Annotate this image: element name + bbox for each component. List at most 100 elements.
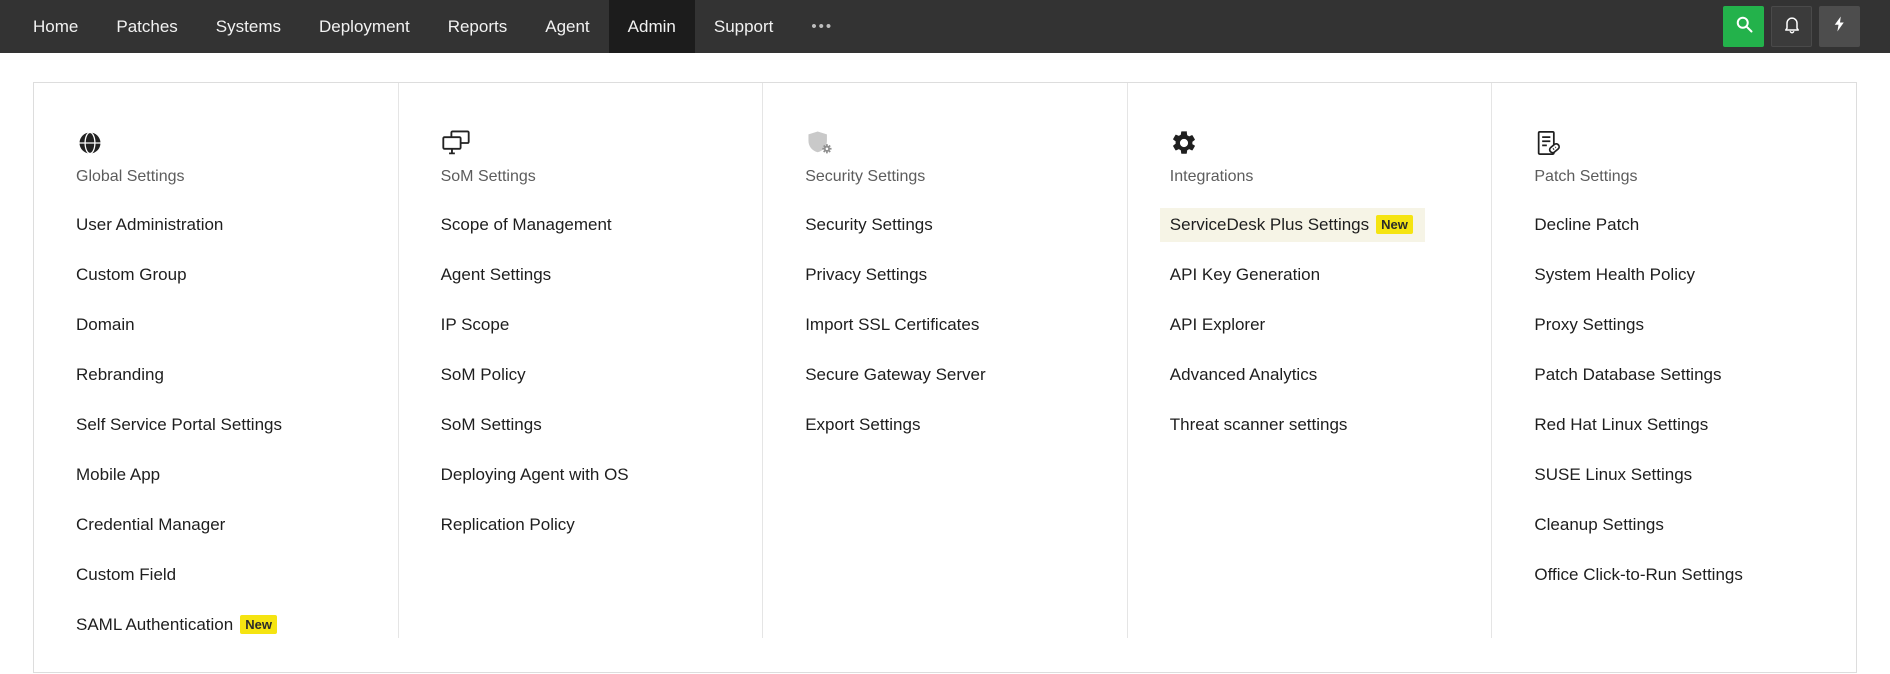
patch-icon (1534, 129, 1838, 159)
menu-item-custom-group[interactable]: Custom Group (76, 265, 380, 285)
section-patch-settings: Patch Settings Decline Patch System Heal… (1492, 83, 1856, 638)
nav-item-more[interactable]: ••• (792, 0, 852, 53)
nav-item-reports[interactable]: Reports (429, 0, 527, 53)
bell-icon (1782, 14, 1802, 39)
menu-item-deploying-agent-with-os[interactable]: Deploying Agent with OS (441, 465, 745, 485)
menu-item-label: SoM Policy (441, 365, 526, 384)
nav-item-admin[interactable]: Admin (609, 0, 695, 53)
admin-settings-panel: Global Settings User Administration Cust… (33, 82, 1857, 673)
menu-item-label: Threat scanner settings (1170, 415, 1348, 434)
menu-item-som-policy[interactable]: SoM Policy (441, 365, 745, 385)
nav-right-buttons (1723, 0, 1890, 53)
gear-icon (1170, 129, 1474, 159)
menu-item-proxy-settings[interactable]: Proxy Settings (1534, 315, 1838, 335)
menu-item-suse-linux-settings[interactable]: SUSE Linux Settings (1534, 465, 1838, 485)
menu-item-replication-policy[interactable]: Replication Policy (441, 515, 745, 535)
menu-item-api-key-generation[interactable]: API Key Generation (1170, 265, 1474, 285)
section-integrations: Integrations ServiceDesk Plus SettingsNe… (1128, 83, 1493, 638)
menu-item-label: ServiceDesk Plus Settings (1170, 215, 1369, 234)
menu-item-label: Decline Patch (1534, 215, 1639, 234)
menu-item-self-service-portal-settings[interactable]: Self Service Portal Settings (76, 415, 380, 435)
menu-item-agent-settings[interactable]: Agent Settings (441, 265, 745, 285)
menu-item-label: Credential Manager (76, 515, 225, 534)
section-title: Global Settings (76, 167, 380, 187)
section-global-settings: Global Settings User Administration Cust… (34, 83, 399, 638)
menu-item-label: Export Settings (805, 415, 920, 434)
menu-item-import-ssl-certificates[interactable]: Import SSL Certificates (805, 315, 1109, 335)
menu-item-cleanup-settings[interactable]: Cleanup Settings (1534, 515, 1838, 535)
top-navigation: Home Patches Systems Deployment Reports … (0, 0, 1890, 53)
menu-item-system-health-policy[interactable]: System Health Policy (1534, 265, 1838, 285)
menu-item-label: Secure Gateway Server (805, 365, 985, 384)
menu-item-label: Security Settings (805, 215, 933, 234)
menu-item-label: Privacy Settings (805, 265, 927, 284)
menu-item-label: Scope of Management (441, 215, 612, 234)
quick-actions-button[interactable] (1819, 6, 1860, 47)
section-title: Security Settings (805, 167, 1109, 187)
menu-item-label: Advanced Analytics (1170, 365, 1317, 384)
nav-item-deployment[interactable]: Deployment (300, 0, 429, 53)
menu-item-office-click-to-run-settings[interactable]: Office Click-to-Run Settings (1534, 565, 1838, 585)
section-som-settings: SoM Settings Scope of Management Agent S… (399, 83, 764, 638)
menu-item-mobile-app[interactable]: Mobile App (76, 465, 380, 485)
menu-item-label: Cleanup Settings (1534, 515, 1663, 534)
menu-item-export-settings[interactable]: Export Settings (805, 415, 1109, 435)
globe-icon (76, 129, 380, 159)
nav-item-agent[interactable]: Agent (526, 0, 608, 53)
menu-item-label: System Health Policy (1534, 265, 1695, 284)
computers-icon (441, 129, 745, 159)
menu-item-patch-database-settings[interactable]: Patch Database Settings (1534, 365, 1838, 385)
menu-item-scope-of-management[interactable]: Scope of Management (441, 215, 745, 235)
highlighted-item-background: ServiceDesk Plus SettingsNew (1160, 208, 1425, 242)
menu-item-ip-scope[interactable]: IP Scope (441, 315, 745, 335)
menu-item-label: Agent Settings (441, 265, 552, 284)
section-title: Patch Settings (1534, 167, 1838, 187)
section-items: Decline Patch System Health Policy Proxy… (1534, 215, 1838, 585)
menu-item-api-explorer[interactable]: API Explorer (1170, 315, 1474, 335)
menu-item-label: Domain (76, 315, 135, 334)
menu-item-label: API Explorer (1170, 315, 1265, 334)
menu-item-som-settings[interactable]: SoM Settings (441, 415, 745, 435)
menu-item-label: Red Hat Linux Settings (1534, 415, 1708, 434)
menu-item-rebranding[interactable]: Rebranding (76, 365, 380, 385)
menu-item-servicedesk-plus-settings[interactable]: ServiceDesk Plus SettingsNew (1170, 215, 1474, 235)
menu-item-label: Patch Database Settings (1534, 365, 1721, 384)
menu-item-domain[interactable]: Domain (76, 315, 380, 335)
menu-item-label: Deploying Agent with OS (441, 465, 629, 484)
menu-item-custom-field[interactable]: Custom Field (76, 565, 380, 585)
menu-item-secure-gateway-server[interactable]: Secure Gateway Server (805, 365, 1109, 385)
nav-item-support[interactable]: Support (695, 0, 793, 53)
section-items: Scope of Management Agent Settings IP Sc… (441, 215, 745, 535)
menu-item-label: IP Scope (441, 315, 510, 334)
nav-item-systems[interactable]: Systems (197, 0, 300, 53)
search-icon (1734, 14, 1754, 39)
menu-item-label: Replication Policy (441, 515, 575, 534)
new-badge: New (240, 615, 277, 634)
menu-item-user-administration[interactable]: User Administration (76, 215, 380, 235)
menu-item-threat-scanner-settings[interactable]: Threat scanner settings (1170, 415, 1474, 435)
section-items: Security Settings Privacy Settings Impor… (805, 215, 1109, 435)
menu-item-label: Self Service Portal Settings (76, 415, 282, 434)
menu-item-label: Custom Field (76, 565, 176, 584)
section-title: Integrations (1170, 167, 1474, 187)
menu-item-red-hat-linux-settings[interactable]: Red Hat Linux Settings (1534, 415, 1838, 435)
shield-gear-icon (805, 129, 1109, 159)
nav-item-patches[interactable]: Patches (97, 0, 196, 53)
menu-item-label: SAML Authentication (76, 615, 233, 634)
menu-item-label: Custom Group (76, 265, 187, 284)
notifications-button[interactable] (1771, 6, 1812, 47)
menu-item-saml-authentication[interactable]: SAML Authentication New (76, 615, 380, 635)
search-button[interactable] (1723, 6, 1764, 47)
menu-item-decline-patch[interactable]: Decline Patch (1534, 215, 1838, 235)
menu-item-privacy-settings[interactable]: Privacy Settings (805, 265, 1109, 285)
menu-item-label: Rebranding (76, 365, 164, 384)
section-security-settings: Security Settings Security Settings Priv… (763, 83, 1128, 638)
nav-item-home[interactable]: Home (14, 0, 97, 53)
menu-item-security-settings[interactable]: Security Settings (805, 215, 1109, 235)
menu-item-advanced-analytics[interactable]: Advanced Analytics (1170, 365, 1474, 385)
menu-item-label: Office Click-to-Run Settings (1534, 565, 1742, 584)
menu-item-label: Proxy Settings (1534, 315, 1644, 334)
menu-item-credential-manager[interactable]: Credential Manager (76, 515, 380, 535)
menu-item-label: Import SSL Certificates (805, 315, 979, 334)
menu-item-label: SUSE Linux Settings (1534, 465, 1692, 484)
